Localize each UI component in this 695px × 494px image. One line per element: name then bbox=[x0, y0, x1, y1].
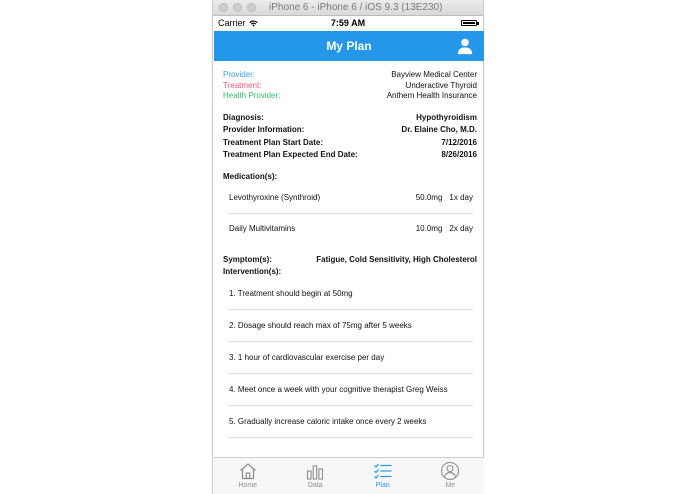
plan-details: Diagnosis: Hypothyroidism Provider Infor… bbox=[223, 112, 477, 162]
medication-name: Levothyroxine (Synthroid) bbox=[229, 193, 321, 202]
diagnosis-row: Diagnosis: Hypothyroidism bbox=[223, 112, 477, 125]
plan-content: Provider: Bayview Medical Center Treatme… bbox=[223, 61, 477, 438]
tab-me[interactable]: Me bbox=[417, 458, 485, 494]
medication-item[interactable]: Daily Multivitamins 10.0mg 2x day bbox=[229, 214, 473, 244]
health-provider-label: Health Provider: bbox=[223, 91, 281, 100]
bar-chart-icon bbox=[307, 465, 324, 480]
medication-name: Daily Multivitamins bbox=[229, 224, 296, 233]
page-title: My Plan bbox=[326, 39, 372, 53]
interventions-label: Intervention(s): bbox=[223, 266, 282, 276]
home-icon bbox=[239, 463, 256, 480]
end-date-label: Treatment Plan Expected End Date: bbox=[223, 150, 358, 159]
provider-information-value: Dr. Elaine Cho, M.D. bbox=[401, 125, 477, 134]
treatment-row: Treatment: Underactive Thyroid bbox=[223, 81, 477, 92]
tab-plan[interactable]: Plan bbox=[349, 458, 417, 494]
intervention-item[interactable]: 2. Dosage should reach max of 75mg after… bbox=[229, 310, 473, 342]
tab-bar: Home Data Plan Me bbox=[214, 457, 484, 494]
status-bar: Carrier 7:59 AM bbox=[213, 15, 483, 31]
symptoms-row: Symptom(s): Fatigue, Cold Sensitivity, H… bbox=[223, 254, 477, 266]
start-date-row: Treatment Plan Start Date: 7/12/2016 bbox=[223, 137, 477, 150]
start-date-value: 7/12/2016 bbox=[441, 137, 477, 147]
list-icon bbox=[373, 463, 392, 479]
user-icon[interactable] bbox=[456, 37, 474, 55]
tab-data[interactable]: Data bbox=[282, 458, 350, 494]
diagnosis-label: Diagnosis: bbox=[223, 112, 264, 122]
medication-dose: 10.0mg bbox=[415, 224, 443, 233]
tab-home[interactable]: Home bbox=[214, 458, 282, 494]
provider-label: Provider: bbox=[223, 70, 256, 79]
end-date-row: Treatment Plan Expected End Date: 8/26/2… bbox=[223, 149, 477, 162]
medication-item[interactable]: Levothyroxine (Synthroid) 50.0mg 1x day bbox=[229, 183, 473, 214]
intervention-item[interactable]: 4. Meet once a week with your cognitive … bbox=[229, 374, 473, 406]
tab-label: Data bbox=[307, 482, 323, 489]
medication-label: Medication(s): bbox=[223, 171, 278, 181]
end-date-value: 8/26/2016 bbox=[441, 150, 477, 159]
intervention-item[interactable]: 1. Treatment should begin at 50mg bbox=[229, 278, 473, 310]
symptoms-label: Symptom(s): bbox=[223, 254, 272, 264]
intervention-item[interactable]: 5. Gradually increase caloric intake onc… bbox=[229, 406, 473, 438]
minimize-window-button[interactable] bbox=[233, 3, 242, 12]
medication-list: Levothyroxine (Synthroid) 50.0mg 1x day … bbox=[223, 183, 477, 244]
treatment-value: Underactive Thyroid bbox=[405, 80, 477, 90]
medication-frequency: 2x day bbox=[449, 224, 473, 233]
user-circle-icon bbox=[441, 461, 460, 481]
start-date-label: Treatment Plan Start Date: bbox=[223, 137, 324, 147]
tab-label: Plan bbox=[375, 482, 390, 489]
provider-information-label: Provider Information: bbox=[223, 125, 305, 134]
simulator-titlebar: iPhone 6 - iPhone 6 / iOS 9.3 (13E230) bbox=[213, 0, 483, 16]
treatment-label: Treatment: bbox=[223, 80, 262, 90]
simulator-window: iPhone 6 - iPhone 6 / iOS 9.3 (13E230) C… bbox=[212, 0, 484, 494]
medication-dose: 50.0mg bbox=[415, 193, 443, 202]
zoom-window-button[interactable] bbox=[247, 3, 256, 12]
diagnosis-value: Hypothyroidism bbox=[416, 112, 477, 122]
battery-icon bbox=[461, 20, 479, 26]
window-controls bbox=[219, 3, 256, 12]
provider-row: Provider: Bayview Medical Center bbox=[223, 70, 477, 81]
simulator-title: iPhone 6 - iPhone 6 / iOS 9.3 (13E230) bbox=[269, 2, 443, 13]
provider-value: Bayview Medical Center bbox=[391, 70, 477, 79]
health-provider-row: Health Provider: Anthem Health Insurance bbox=[223, 91, 477, 102]
medication-frequency: 1x day bbox=[449, 193, 473, 202]
health-provider-value: Anthem Health Insurance bbox=[386, 91, 477, 100]
intervention-item[interactable]: 3. 1 hour of cardiovascular exercise per… bbox=[229, 342, 473, 374]
tab-label: Home bbox=[238, 482, 258, 489]
intervention-list: 1. Treatment should begin at 50mg 2. Dos… bbox=[223, 278, 477, 438]
provider-information-row: Provider Information: Dr. Elaine Cho, M.… bbox=[223, 124, 477, 137]
nav-bar: My Plan bbox=[214, 31, 484, 61]
symptoms-value: Fatigue, Cold Sensitivity, High Choleste… bbox=[316, 254, 477, 264]
status-time: 7:59 AM bbox=[330, 18, 366, 28]
provider-summary: Provider: Bayview Medical Center Treatme… bbox=[223, 70, 477, 102]
tab-label: Me bbox=[445, 482, 456, 489]
close-window-button[interactable] bbox=[219, 3, 228, 12]
